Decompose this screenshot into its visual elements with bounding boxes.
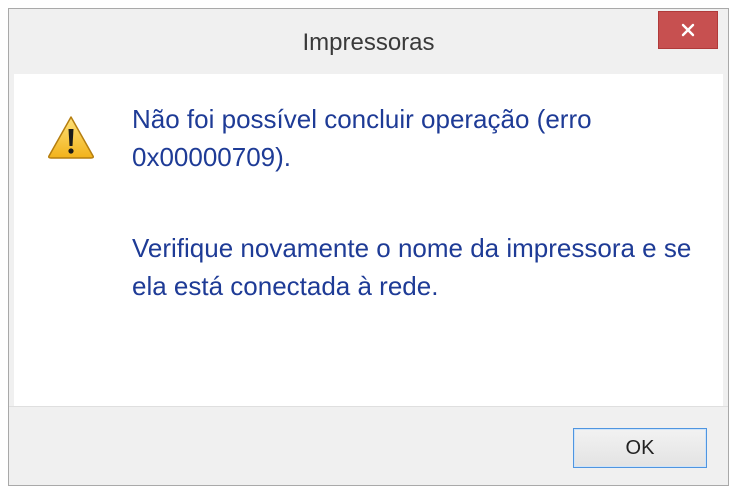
ok-button[interactable]: OK bbox=[573, 428, 707, 468]
title-bar[interactable]: Impressoras bbox=[9, 9, 728, 74]
instruction-message: Verifique novamente o nome da impressora… bbox=[132, 233, 692, 301]
close-icon bbox=[681, 23, 695, 37]
dialog-title: Impressoras bbox=[302, 29, 435, 56]
warning-icon bbox=[48, 116, 94, 159]
button-bar: OK bbox=[9, 406, 728, 485]
error-message: Não foi possível concluir operação (erro… bbox=[132, 104, 592, 172]
dialog-window: Impressoras Não foi possível concluir op… bbox=[8, 8, 729, 486]
close-button[interactable] bbox=[658, 11, 718, 49]
message-area: Não foi possível concluir operação (erro… bbox=[14, 74, 723, 406]
